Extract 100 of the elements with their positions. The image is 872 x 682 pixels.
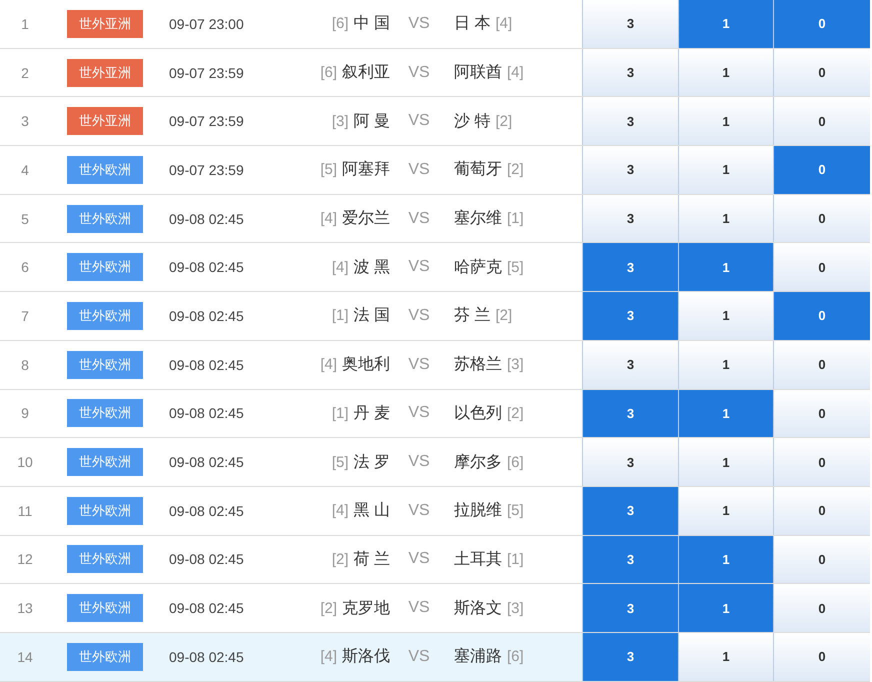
odds-option[interactable]: 1 <box>678 536 773 584</box>
team-rank: [1] <box>507 550 524 568</box>
team-name: 土耳其 <box>454 550 502 570</box>
row-number: 2 <box>21 64 29 81</box>
odds-option[interactable]: 1 <box>678 0 773 48</box>
team-name: 爱尔兰 <box>342 208 390 230</box>
team-rank: [1] <box>332 404 349 422</box>
league-tag: 世外亚洲 <box>67 10 143 38</box>
match-time: 09-08 02:45 <box>168 259 244 276</box>
league-tag: 世外亚洲 <box>67 107 143 136</box>
odds-option[interactable]: 3 <box>582 584 678 632</box>
odds-option[interactable]: 3 <box>582 632 678 681</box>
odds-option[interactable]: 0 <box>773 486 870 535</box>
odds-option[interactable]: 1 <box>678 584 773 632</box>
odds-option[interactable]: 0 <box>773 340 870 388</box>
odds-option[interactable]: 1 <box>678 438 773 486</box>
versus-label: VS <box>408 356 430 374</box>
odds-option[interactable]: 0 <box>773 438 870 486</box>
team-rank: [2] <box>507 404 524 422</box>
match-time: 09-08 02:45 <box>168 648 244 665</box>
league-tag: 世外欧洲 <box>67 204 143 233</box>
odds-option[interactable]: 0 <box>773 146 870 194</box>
odds-option[interactable]: 3 <box>582 243 678 292</box>
versus-label: VS <box>408 258 430 276</box>
league-tag: 世外欧洲 <box>67 545 143 574</box>
odds-option[interactable]: 3 <box>582 486 678 535</box>
odds-option[interactable]: 0 <box>773 390 870 438</box>
team-name: 阿 曼 <box>354 112 390 132</box>
odds-option[interactable]: 1 <box>678 486 773 535</box>
versus-label: VS <box>408 210 430 228</box>
league-tag: 世外欧洲 <box>67 156 143 184</box>
row-number: 7 <box>21 308 29 324</box>
team-name: 克罗地 <box>342 598 390 619</box>
team-rank: [1] <box>332 307 349 324</box>
match-time: 09-08 02:45 <box>168 356 244 373</box>
team-rank: [3] <box>332 112 349 130</box>
odds-option[interactable]: 3 <box>582 97 678 146</box>
odds-option[interactable]: 0 <box>773 97 870 146</box>
odds-option[interactable]: 0 <box>773 292 870 340</box>
team-name: 法 罗 <box>354 452 390 473</box>
team-rank: [2] <box>332 550 349 568</box>
team-rank: [3] <box>507 356 524 374</box>
team-rank: [5] <box>320 161 337 178</box>
league-tag: 世外欧洲 <box>67 350 143 379</box>
match-time: 09-08 02:45 <box>168 308 244 324</box>
league-tag: 世外欧洲 <box>67 302 143 330</box>
row-number: 5 <box>21 210 29 227</box>
odds-option[interactable]: 3 <box>582 390 678 438</box>
team-rank: [4] <box>320 648 337 666</box>
odds-option[interactable]: 0 <box>773 536 870 584</box>
team-rank: [5] <box>507 502 524 520</box>
versus-label: VS <box>408 502 430 520</box>
odds-option[interactable]: 1 <box>678 48 773 96</box>
odds-option[interactable]: 1 <box>678 632 773 681</box>
row-number: 11 <box>18 502 32 519</box>
odds-option[interactable]: 0 <box>773 584 870 632</box>
row-number: 3 <box>21 113 29 130</box>
odds-option[interactable]: 1 <box>678 292 773 340</box>
odds-option[interactable]: 1 <box>678 390 773 438</box>
team-rank: [5] <box>507 258 524 276</box>
odds-option[interactable]: 3 <box>582 292 678 340</box>
team-rank: [4] <box>332 258 349 276</box>
match-time: 09-08 02:45 <box>168 405 244 422</box>
odds-option[interactable]: 3 <box>582 146 678 194</box>
row-number: 8 <box>21 356 29 373</box>
versus-label: VS <box>408 550 430 568</box>
versus-label: VS <box>408 453 430 472</box>
versus-label: VS <box>408 306 430 325</box>
odds-option[interactable]: 1 <box>678 97 773 146</box>
odds-option[interactable]: 3 <box>582 438 678 486</box>
odds-option[interactable]: 0 <box>773 194 870 242</box>
odds-option[interactable]: 3 <box>582 48 678 96</box>
odds-option[interactable]: 0 <box>773 48 870 96</box>
odds-option[interactable]: 1 <box>678 146 773 194</box>
team-rank: [6] <box>507 454 524 471</box>
team-rank: [2] <box>495 307 512 324</box>
team-name: 黑 山 <box>354 500 390 522</box>
odds-option[interactable]: 3 <box>582 536 678 584</box>
row-number: 1 <box>21 16 29 32</box>
row-number: 9 <box>21 405 29 422</box>
odds-option[interactable]: 0 <box>773 243 870 292</box>
odds-option[interactable]: 0 <box>773 0 870 48</box>
odds-option[interactable]: 1 <box>678 340 773 388</box>
team-rank: [3] <box>507 600 524 617</box>
versus-label: VS <box>408 64 430 82</box>
odds-option[interactable]: 0 <box>773 632 870 681</box>
team-name: 斯洛伐 <box>342 646 390 668</box>
team-name: 沙 特 <box>454 112 490 132</box>
team-rank: [6] <box>332 15 349 32</box>
odds-option[interactable]: 1 <box>678 194 773 242</box>
odds-option[interactable]: 1 <box>678 243 773 292</box>
odds-option[interactable]: 3 <box>582 340 678 388</box>
match-time: 09-07 23:00 <box>168 16 244 32</box>
odds-option[interactable]: 3 <box>582 194 678 242</box>
row-number: 12 <box>17 551 33 568</box>
team-name: 阿联酋 <box>454 63 502 84</box>
match-time: 09-08 02:45 <box>168 600 244 616</box>
team-rank: [1] <box>507 210 524 228</box>
league-tag: 世外欧洲 <box>67 253 143 282</box>
odds-option[interactable]: 3 <box>582 0 678 48</box>
